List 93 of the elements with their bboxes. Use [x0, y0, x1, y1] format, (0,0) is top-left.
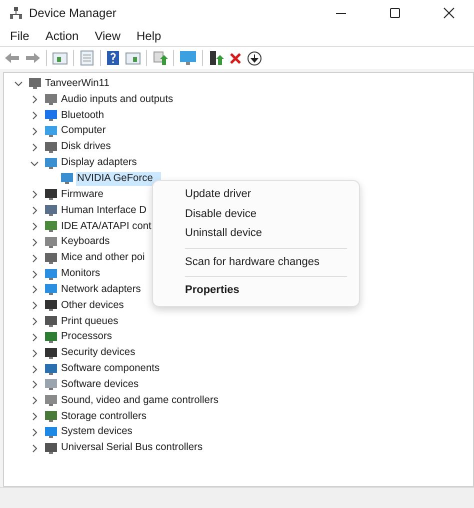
tree-item[interactable]: Computer: [60, 124, 107, 138]
device-icon: [44, 426, 58, 439]
properties-icon[interactable]: [79, 50, 95, 66]
menu-item[interactable]: Uninstall device: [159, 224, 353, 244]
device-icon: [44, 442, 58, 455]
tree-item[interactable]: Monitors: [60, 267, 102, 282]
device-icon: [44, 220, 58, 234]
expand-chevron-icon[interactable]: [30, 348, 39, 358]
expand-chevron-icon[interactable]: [30, 190, 39, 200]
expand-chevron-icon[interactable]: [14, 79, 23, 88]
expand-chevron-icon[interactable]: [30, 285, 39, 294]
tree-item[interactable]: Sound, video and game controllers: [60, 394, 220, 408]
device-icon: [44, 330, 58, 344]
expand-chevron-icon[interactable]: [30, 206, 39, 216]
device-icon: [60, 172, 74, 186]
tree-item[interactable]: Audio inputs and outputs: [60, 92, 174, 107]
device-icon: [44, 410, 58, 424]
panel-icon[interactable]: [125, 51, 141, 65]
expand-chevron-icon[interactable]: [30, 270, 39, 279]
menu-item[interactable]: Update driver: [159, 185, 353, 204]
menu-item[interactable]: Disable device: [159, 204, 353, 224]
expand-chevron-icon[interactable]: [30, 142, 39, 152]
device-icon: [44, 315, 58, 328]
tree-item[interactable]: Storage controllers: [60, 410, 148, 424]
maximize-icon[interactable]: [389, 7, 401, 19]
tree-item[interactable]: TanveerWin11: [44, 76, 110, 91]
help-icon[interactable]: [106, 50, 120, 66]
tree-item[interactable]: Display adapters: [60, 156, 138, 170]
app-icon: [9, 6, 23, 20]
expand-chevron-icon[interactable]: [30, 380, 39, 390]
tree-item[interactable]: NVIDIA GeForce: [76, 172, 161, 186]
expand-chevron-icon[interactable]: [30, 158, 39, 168]
expand-chevron-icon[interactable]: [30, 317, 39, 326]
tree-item[interactable]: Network adapters: [60, 282, 142, 297]
expand-chevron-icon[interactable]: [30, 126, 39, 136]
expand-chevron-icon[interactable]: [30, 301, 39, 310]
tree-item[interactable]: Firmware: [60, 188, 104, 202]
device-icon: [28, 77, 42, 90]
expand-chevron-icon[interactable]: [30, 444, 39, 453]
tree-item[interactable]: Bluetooth: [60, 108, 106, 123]
device-icon: [44, 93, 58, 106]
expand-chevron-icon[interactable]: [30, 412, 39, 422]
device-icon: [44, 124, 58, 138]
tree-item[interactable]: System devices: [60, 425, 134, 440]
forward-arrow-icon[interactable]: [25, 51, 41, 65]
expand-chevron-icon[interactable]: [30, 254, 39, 263]
device-icon: [44, 299, 58, 312]
expand-chevron-icon[interactable]: [30, 428, 39, 437]
tree-item[interactable]: Human Interface D: [60, 204, 148, 218]
back-arrow-icon[interactable]: [4, 51, 20, 65]
delete-icon[interactable]: [229, 52, 242, 64]
window-title: Device Manager: [29, 6, 116, 20]
tree-item[interactable]: Print queues: [60, 314, 120, 329]
device-icon: [44, 394, 58, 408]
tree-item[interactable]: Keyboards: [60, 235, 111, 250]
tree-item[interactable]: Other devices: [60, 298, 125, 313]
menu-item[interactable]: Action: [39, 29, 85, 43]
expand-chevron-icon[interactable]: [30, 364, 39, 374]
menu-item[interactable]: Scan for hardware changes: [159, 252, 353, 272]
tree-item[interactable]: Software components: [60, 362, 161, 376]
expand-chevron-icon[interactable]: [30, 396, 39, 406]
monitor-icon[interactable]: [179, 50, 197, 66]
device-icon: [44, 109, 58, 122]
tree-item[interactable]: Mice and other poi: [60, 251, 146, 266]
tree-item[interactable]: Security devices: [60, 346, 136, 360]
menu-item[interactable]: Help: [130, 29, 168, 43]
tree-item[interactable]: Universal Serial Bus controllers: [60, 441, 204, 456]
menu-item[interactable]: Properties: [159, 281, 353, 300]
device-icon: [44, 236, 58, 249]
tree-item[interactable]: IDE ATA/ATAPI cont: [60, 220, 152, 234]
tree-item[interactable]: Processors: [60, 330, 113, 344]
device-icon: [44, 204, 58, 218]
tree-item[interactable]: Software devices: [60, 378, 140, 392]
download-icon[interactable]: [247, 50, 262, 66]
device-icon: [44, 378, 58, 392]
panel-icon[interactable]: [52, 51, 68, 65]
expand-chevron-icon[interactable]: [30, 238, 39, 247]
expand-chevron-icon[interactable]: [30, 222, 39, 232]
device-icon: [44, 362, 58, 376]
expand-chevron-icon[interactable]: [30, 95, 39, 104]
device-icon: [44, 268, 58, 281]
expand-chevron-icon[interactable]: [30, 332, 39, 342]
device-icon: [44, 346, 58, 360]
expand-chevron-icon[interactable]: [30, 111, 39, 120]
device-icon: [44, 156, 58, 170]
device-icon: [44, 283, 58, 296]
menu-item[interactable]: View: [88, 29, 126, 43]
tree-item[interactable]: Disk drives: [60, 140, 112, 154]
device-icon: [44, 140, 58, 154]
device-icon: [44, 188, 58, 202]
menu-item[interactable]: File: [4, 29, 36, 43]
close-icon[interactable]: [443, 7, 455, 19]
device-icon: [44, 252, 58, 265]
